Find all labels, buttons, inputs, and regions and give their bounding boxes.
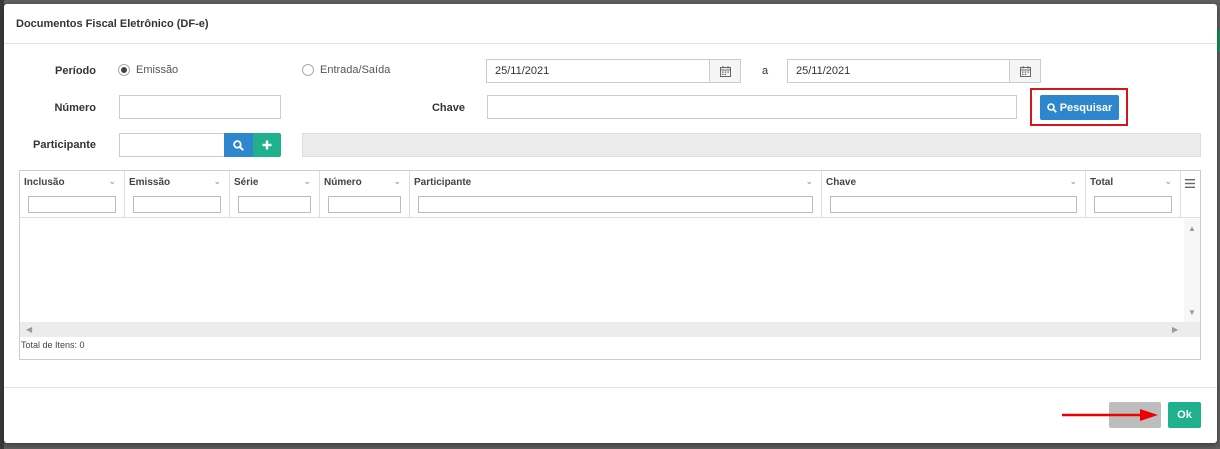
chevron-down-icon[interactable]: ⌄: [805, 176, 813, 187]
column-filter-input[interactable]: [418, 196, 813, 213]
participante-add-button[interactable]: [253, 133, 281, 157]
column-title: Inclusão: [24, 177, 65, 188]
column-filter-input[interactable]: [133, 196, 221, 213]
numero-input[interactable]: [119, 95, 281, 119]
column-serie[interactable]: Série ⌄: [230, 171, 320, 218]
column-chave[interactable]: Chave ⌄: [822, 171, 1086, 218]
column-filter-input[interactable]: [28, 196, 116, 213]
column-menu-icon[interactable]: [1180, 171, 1200, 195]
radio-emissao[interactable]: Emissão: [118, 64, 178, 76]
column-title: Série: [234, 177, 259, 188]
column-filter-input[interactable]: [238, 196, 311, 213]
scroll-left-icon[interactable]: ◀: [26, 325, 32, 334]
annotation-arrow-icon: [1062, 409, 1158, 421]
footer-divider: [4, 387, 1217, 388]
column-participante[interactable]: Participante ⌄: [410, 171, 822, 218]
column-filter-input[interactable]: [1094, 196, 1172, 213]
plus-icon: [262, 140, 272, 150]
radio-emissao-dot[interactable]: [118, 64, 130, 76]
participante-search-button[interactable]: [224, 133, 253, 157]
search-button[interactable]: Pesquisar: [1040, 95, 1119, 120]
dfe-modal: Documentos Fiscal Eletrônico (DF-e) Perí…: [4, 4, 1217, 443]
participante-input[interactable]: [119, 133, 225, 157]
chevron-down-icon[interactable]: ⌄: [303, 176, 311, 187]
column-title: Emissão: [129, 177, 171, 188]
radio-entrada-saida-label: Entrada/Saída: [320, 64, 391, 76]
scroll-up-icon[interactable]: ▲: [1188, 224, 1196, 233]
column-title: Participante: [414, 177, 472, 188]
grid-total-items: Total de Itens: 0: [21, 340, 85, 350]
grid-header: Inclusão ⌄ Emissão ⌄ Série ⌄ Número ⌄ Pa…: [20, 171, 1200, 218]
column-numero[interactable]: Número ⌄: [320, 171, 410, 218]
date-from-field[interactable]: 25/11/2021: [486, 59, 741, 83]
numero-label: Número: [54, 102, 96, 114]
documents-grid: Inclusão ⌄ Emissão ⌄ Série ⌄ Número ⌄ Pa…: [19, 170, 1201, 360]
column-title: Chave: [826, 177, 857, 188]
modal-title: Documentos Fiscal Eletrônico (DF-e): [16, 17, 209, 30]
horizontal-scrollbar[interactable]: ◀ ▶: [20, 322, 1200, 337]
radio-emissao-label: Emissão: [136, 64, 179, 76]
column-title: Total: [1090, 177, 1114, 188]
date-to-field[interactable]: 25/11/2021: [787, 59, 1041, 83]
search-icon: [1046, 102, 1057, 113]
scroll-down-icon[interactable]: ▼: [1188, 308, 1196, 317]
vertical-scrollbar[interactable]: ▲ ▼: [1184, 219, 1200, 322]
column-inclusao[interactable]: Inclusão ⌄: [20, 171, 125, 218]
chave-input[interactable]: [487, 95, 1017, 119]
participante-label: Participante: [33, 139, 96, 151]
chevron-down-icon[interactable]: ⌄: [1164, 176, 1172, 187]
calendar-icon[interactable]: [1009, 60, 1040, 82]
scroll-right-icon[interactable]: ▶: [1172, 325, 1178, 334]
modal-header: Documentos Fiscal Eletrônico (DF-e): [4, 4, 1217, 44]
column-filter-input[interactable]: [328, 196, 401, 213]
participante-name-display: [302, 133, 1201, 157]
column-emissao[interactable]: Emissão ⌄: [125, 171, 230, 218]
column-total[interactable]: Total ⌄: [1086, 171, 1181, 218]
chevron-down-icon[interactable]: ⌄: [213, 176, 221, 187]
chevron-down-icon[interactable]: ⌄: [108, 176, 116, 187]
column-title: Número: [324, 177, 362, 188]
date-separator: a: [762, 65, 769, 77]
column-filter-input[interactable]: [830, 196, 1077, 213]
search-icon: [233, 139, 244, 151]
chave-label: Chave: [431, 102, 465, 114]
date-to-value[interactable]: 25/11/2021: [788, 60, 1009, 82]
ok-button[interactable]: Ok: [1168, 402, 1201, 428]
date-from-value[interactable]: 25/11/2021: [487, 60, 709, 82]
calendar-icon[interactable]: [709, 60, 740, 82]
chevron-down-icon[interactable]: ⌄: [1069, 176, 1077, 187]
chevron-down-icon[interactable]: ⌄: [393, 176, 401, 187]
search-button-label: Pesquisar: [1059, 101, 1113, 114]
radio-entrada-saida-dot[interactable]: [302, 64, 314, 76]
radio-entrada-saida[interactable]: Entrada/Saída: [302, 64, 390, 76]
periodo-label: Período: [55, 65, 96, 77]
